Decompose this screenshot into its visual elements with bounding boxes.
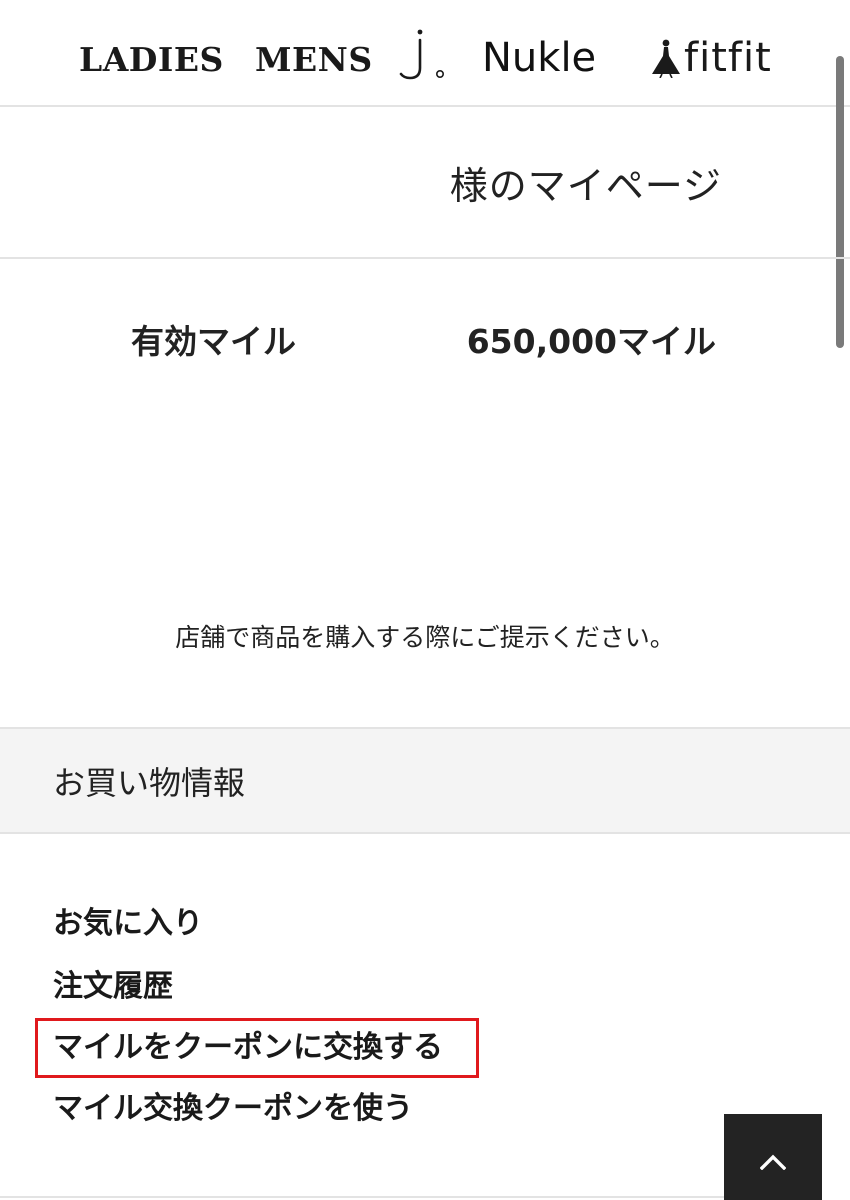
brand-ladies-link[interactable]: LADIES [79, 38, 224, 82]
store-presentation-note: 店舗で商品を購入する際にご提示ください。 [175, 623, 675, 652]
menu-item-order-history[interactable]: 注文履歴 [53, 967, 173, 1007]
miles-value: 650,000マイル [466, 322, 716, 361]
page-title-row: 様のマイページ [0, 107, 850, 259]
divider [0, 1196, 724, 1198]
miles-label: 有効マイル [131, 322, 296, 361]
j-brand-logo-link[interactable] [398, 28, 448, 82]
brand-nav: LADIES MENS Nukle fitfit [0, 0, 850, 107]
brand-fitfit-label: fitfit [684, 35, 772, 81]
chevron-up-icon [760, 1154, 786, 1170]
menu-item-favorites[interactable]: お気に入り [53, 904, 203, 944]
brand-fitfit-link[interactable]: fitfit [650, 34, 772, 82]
page-title: 様のマイページ [449, 164, 722, 208]
fitfit-figure-logo-icon [652, 39, 680, 78]
j-brand-logo-icon [399, 29, 444, 80]
highlight-box [35, 1018, 479, 1078]
shopping-info-title: お買い物情報 [53, 764, 246, 802]
brand-nukle-link[interactable]: Nukle [482, 36, 596, 80]
shopping-info-section-header: お買い物情報 [0, 727, 850, 834]
back-to-top-button[interactable] [724, 1114, 822, 1200]
my-page: LADIES MENS Nukle fitfit 様のマイページ 有効マイル 6… [0, 0, 850, 1200]
menu-item-use-mile-coupon[interactable]: マイル交換クーポンを使う [53, 1089, 413, 1129]
brand-mens-link[interactable]: MENS [255, 38, 373, 82]
